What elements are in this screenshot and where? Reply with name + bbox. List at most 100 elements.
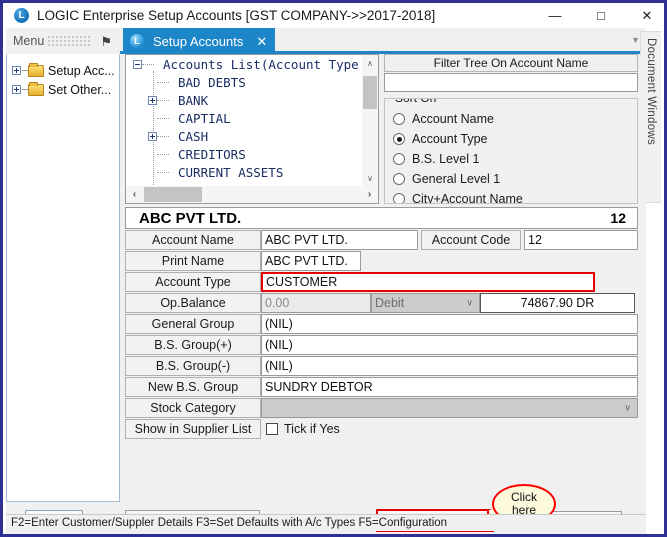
menu-label: Menu (13, 34, 45, 48)
print-name-input[interactable]: ABC PVT LTD. (261, 251, 361, 271)
tree-connector (157, 153, 169, 155)
radio-account-type[interactable]: Account Type (393, 132, 488, 146)
tree-row[interactable]: CAPTIAL (126, 109, 378, 127)
scroll-down-icon[interactable]: ∨ (362, 170, 378, 186)
pin-icon[interactable]: ⚑ (100, 35, 112, 48)
sidebar-item-setup-accounts[interactable]: Setup Acc... (7, 61, 119, 80)
filter-tree-input[interactable] (384, 73, 638, 92)
expand-icon[interactable] (12, 85, 21, 94)
radio-city-account-name[interactable]: City+Account Name (393, 192, 523, 203)
account-name-input[interactable]: ABC PVT LTD. (261, 230, 418, 250)
radio-bs-level-1[interactable]: B.S. Level 1 (393, 152, 479, 166)
collapse-icon[interactable] (133, 59, 142, 69)
general-group-label: General Group (125, 314, 261, 334)
client-area: Accounts List(Account Type 1 BAD DEBTS B… (120, 54, 646, 534)
account-header-name: ABC PVT LTD. (139, 209, 242, 227)
sidebar-item-label: Set Other... (48, 82, 112, 97)
expand-icon[interactable] (148, 131, 157, 141)
scroll-right-icon[interactable]: › (361, 186, 378, 203)
tab-logo-icon: L (130, 34, 144, 48)
sort-on-legend: Sort On (392, 99, 440, 105)
new-bs-group-label: New B.S. Group (125, 377, 261, 397)
status-bar-text: F2=Enter Customer/Suppler Details F3=Set… (11, 517, 448, 529)
accounts-tree-content: Accounts List(Account Type 1 BAD DEBTS B… (126, 55, 378, 203)
radio-label: General Level 1 (412, 172, 501, 186)
row-bs-group-minus: B.S. Group(-) (NIL) (125, 356, 638, 376)
row-bs-group-plus: B.S. Group(+) (NIL) (125, 335, 638, 355)
op-balance-input[interactable]: 0.00 (261, 293, 371, 313)
drag-handle-icon[interactable] (48, 35, 91, 47)
scrollbar-thumb[interactable] (144, 187, 202, 202)
radio-label: B.S. Level 1 (412, 152, 480, 166)
account-form: Account Name ABC PVT LTD. Account Code 1… (125, 230, 638, 440)
tab-label: Setup Accounts (153, 33, 244, 49)
tree-connector (157, 99, 169, 101)
new-bs-group-input[interactable]: SUNDRY DEBTOR (261, 377, 638, 397)
row-general-group: General Group (NIL) (125, 314, 638, 334)
document-tab-bar: L Setup Accounts ✕ ▼ (120, 28, 646, 54)
general-group-input[interactable]: (NIL) (261, 314, 638, 334)
title-bar: L LOGIC Enterprise Setup Accounts [GST C… (3, 0, 664, 29)
bs-group-minus-input[interactable]: (NIL) (261, 356, 638, 376)
row-account-type: Account Type CUSTOMER (125, 272, 638, 292)
tree-row[interactable]: CURRENT ASSETS (126, 163, 378, 181)
tree-connector (157, 81, 169, 83)
radio-icon-selected[interactable] (393, 133, 405, 145)
sidebar-item-set-other[interactable]: Set Other... (7, 80, 119, 99)
tab-overflow-icon[interactable]: ▼ (631, 35, 640, 45)
radio-icon[interactable] (393, 113, 405, 125)
radio-icon[interactable] (393, 173, 405, 185)
tree-row[interactable]: CREDITORS (126, 145, 378, 163)
account-header-bar: ABC PVT LTD. 12 (125, 207, 638, 229)
row-stock-category: Stock Category ∨ (125, 398, 638, 418)
tree-connector (157, 135, 169, 137)
show-supplier-list-label: Show in Supplier List (125, 419, 261, 439)
radio-general-level-1[interactable]: General Level 1 (393, 172, 500, 186)
tree-row[interactable]: BAD DEBTS (126, 73, 378, 91)
op-balance-total: 74867.90 DR (480, 293, 635, 313)
tree-vertical-scrollbar[interactable]: ∧ ∨ (362, 55, 378, 186)
scroll-up-icon[interactable]: ∧ (362, 55, 378, 71)
tab-setup-accounts[interactable]: L Setup Accounts ✕ (123, 28, 276, 54)
expand-icon[interactable] (12, 66, 21, 75)
bs-group-plus-input[interactable]: (NIL) (261, 335, 638, 355)
minimize-button[interactable]: — (532, 2, 578, 29)
status-bar: F2=Enter Customer/Suppler Details F3=Set… (6, 514, 646, 531)
scrollbar-thumb[interactable] (363, 76, 377, 109)
accounts-tree[interactable]: Accounts List(Account Type 1 BAD DEBTS B… (125, 54, 379, 204)
account-code-input[interactable]: 12 (524, 230, 638, 250)
chevron-down-icon: ∨ (466, 297, 473, 308)
tree-connector (157, 171, 169, 173)
sort-on-group: Sort On Account Name Account Type B.S. L… (384, 98, 638, 204)
tree-row[interactable]: BANK (126, 91, 378, 109)
tree-row-label: CURRENT ASSETS (178, 164, 284, 180)
print-name-label: Print Name (125, 251, 261, 271)
radio-icon[interactable] (393, 153, 405, 165)
tree-connector (157, 117, 169, 119)
application-window: L LOGIC Enterprise Setup Accounts [GST C… (0, 0, 667, 537)
app-logo-icon: L (14, 8, 29, 23)
account-header-code: 12 (610, 210, 626, 226)
radio-account-name[interactable]: Account Name (393, 112, 494, 126)
tree-row-label: CAPTIAL (178, 110, 231, 126)
expand-icon[interactable] (148, 95, 157, 105)
show-supplier-list-checkbox-cell[interactable]: Tick if Yes (261, 419, 638, 439)
tree-horizontal-scrollbar[interactable]: ‹ › (126, 186, 378, 203)
form-spacer (361, 251, 638, 271)
op-balance-debit-credit-select[interactable]: Debit ∨ (371, 293, 480, 313)
tab-close-icon[interactable]: ✕ (256, 35, 267, 48)
account-type-input[interactable]: CUSTOMER (261, 272, 595, 292)
tree-row[interactable]: CASH (126, 127, 378, 145)
maximize-button[interactable]: □ (578, 2, 624, 29)
op-balance-label: Op.Balance (125, 293, 261, 313)
close-window-button[interactable]: ✕ (624, 2, 664, 29)
row-print-name: Print Name ABC PVT LTD. (125, 251, 638, 271)
radio-label: Account Type (412, 132, 488, 146)
radio-icon[interactable] (393, 193, 405, 203)
sidebar-item-label: Setup Acc... (48, 63, 115, 78)
scroll-left-icon[interactable]: ‹ (126, 186, 143, 203)
stock-category-select[interactable]: ∨ (261, 398, 638, 418)
folder-icon (28, 62, 44, 77)
tree-row[interactable]: Accounts List(Account Type 1 (126, 55, 378, 73)
checkbox-icon[interactable] (266, 423, 278, 435)
